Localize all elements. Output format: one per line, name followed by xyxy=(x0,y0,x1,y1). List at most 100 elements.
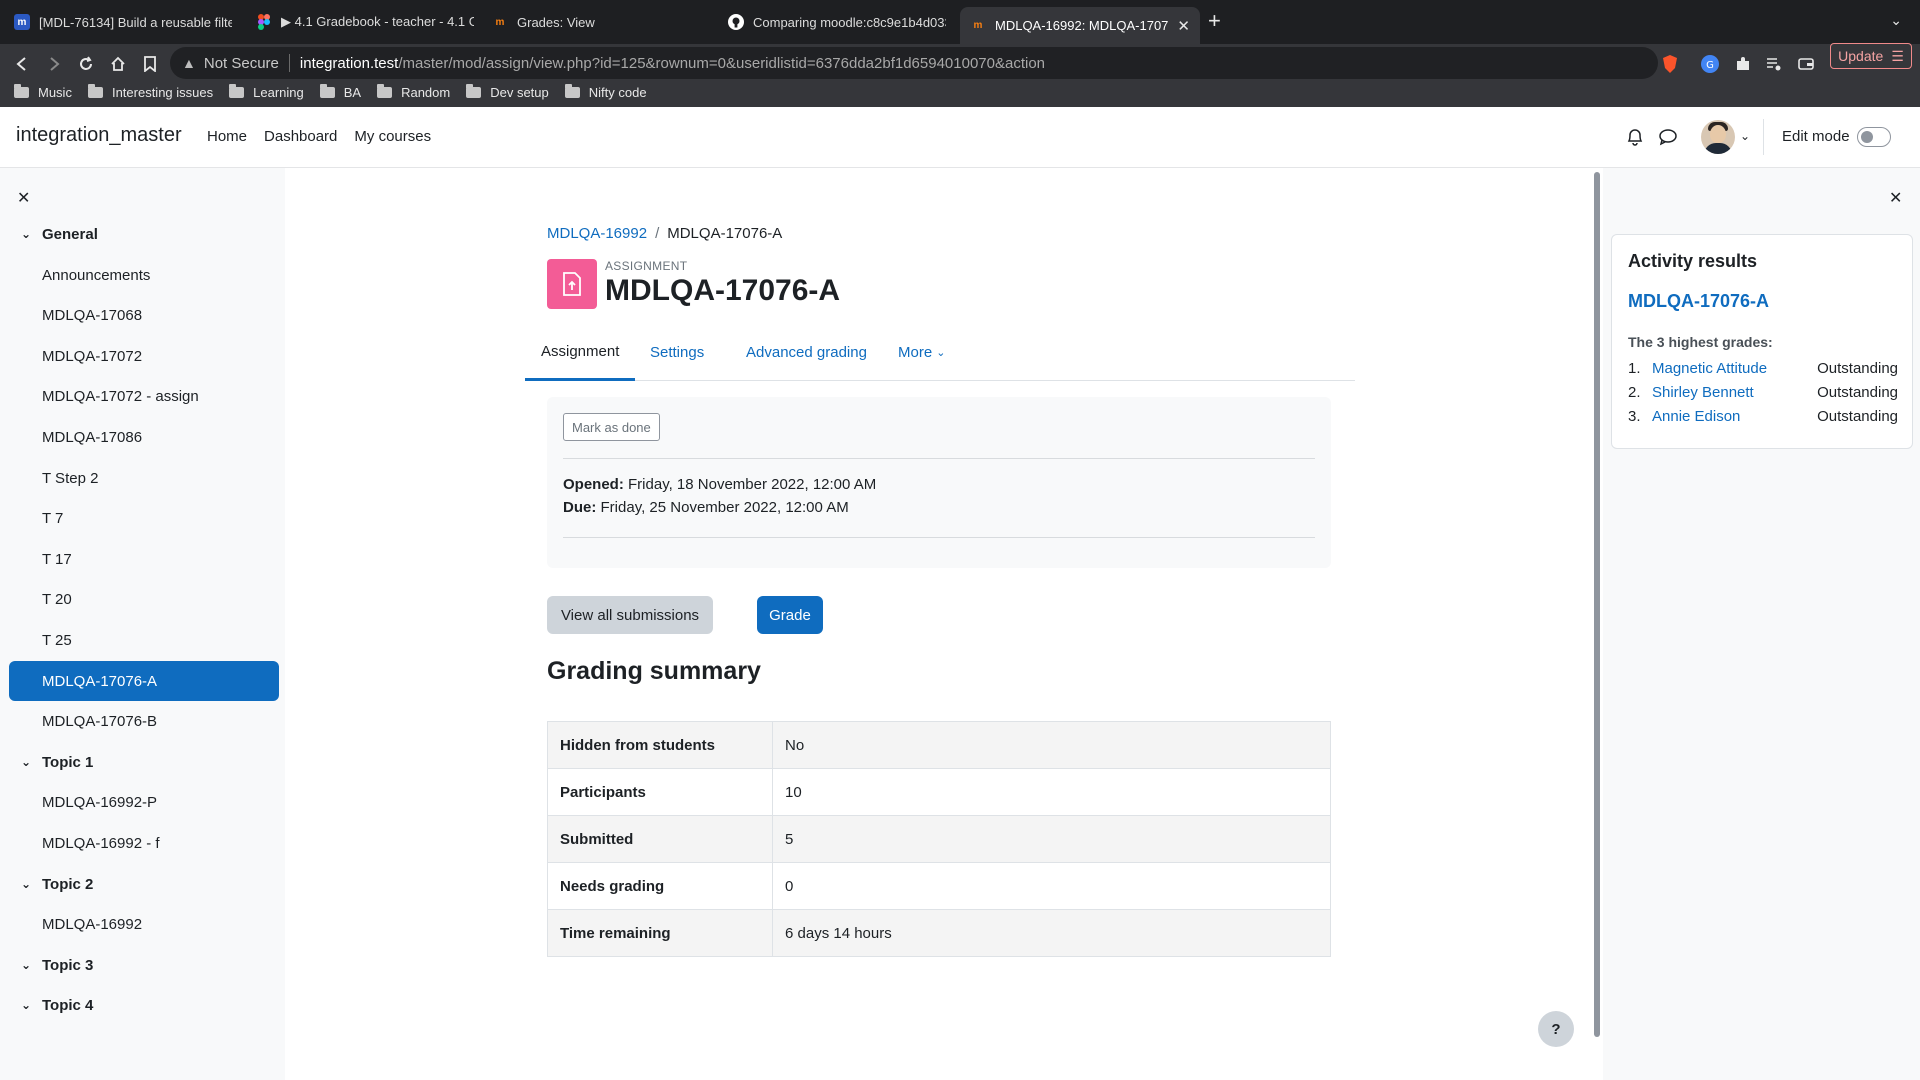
breadcrumb-parent-link[interactable]: MDLQA-16992 xyxy=(547,225,647,242)
mark-as-done-button[interactable]: Mark as done xyxy=(563,413,660,441)
browser-tab-5-active[interactable]: m MDLQA-16992: MDLQA-17076- ✕ xyxy=(960,7,1200,44)
course-item-mdlqa-17072-assign[interactable]: MDLQA-17072 - assign xyxy=(9,376,279,416)
course-item-mdlqa-16992-p[interactable]: MDLQA-16992-P xyxy=(9,782,279,822)
divider xyxy=(288,54,290,72)
close-tab-icon[interactable]: ✕ xyxy=(1169,17,1190,35)
tab-settings[interactable]: Settings xyxy=(650,324,704,381)
grade-button[interactable]: Grade xyxy=(757,596,823,634)
course-section-topic-4[interactable]: ⌄ Topic 4 xyxy=(9,985,279,1025)
puzzle-extensions-icon[interactable] xyxy=(1733,54,1753,74)
bookmark-folder[interactable]: Nifty code xyxy=(564,83,647,100)
browser-tab-4[interactable]: Comparing moodle:c8c9e1b4d033e xyxy=(718,7,956,37)
nav-home[interactable]: Home xyxy=(207,128,247,145)
course-item-mdlqa-17086[interactable]: MDLQA-17086 xyxy=(9,417,279,457)
site-name[interactable]: integration_master xyxy=(16,124,182,147)
bookmark-folder[interactable]: Random xyxy=(377,83,450,100)
course-index-label: Topic 4 xyxy=(42,996,94,1014)
course-item-mdlqa-17076-b[interactable]: MDLQA-17076-B xyxy=(9,701,279,741)
activity-results-block: Activity results MDLQA-17076-A The 3 hig… xyxy=(1611,234,1913,449)
update-browser-button[interactable]: Update ☰ xyxy=(1830,43,1912,69)
student-link[interactable]: Magnetic Attitude xyxy=(1652,360,1767,377)
tab-more[interactable]: More ⌄ xyxy=(898,324,945,381)
close-drawer-icon[interactable]: ✕ xyxy=(17,188,30,208)
tab-assignment[interactable]: Assignment xyxy=(525,324,636,381)
warning-icon: ▲ xyxy=(182,55,196,71)
forward-icon[interactable] xyxy=(42,52,66,76)
browser-tab-3[interactable]: m Grades: View xyxy=(482,7,720,37)
activity-link[interactable]: MDLQA-17076-A xyxy=(1628,291,1769,312)
bookmark-folder[interactable]: Dev setup xyxy=(466,83,549,100)
course-index-label: MDLQA-16992 - f xyxy=(42,834,160,852)
browser-tab-1[interactable]: m [MDL-76134] Build a reusable filter xyxy=(4,7,242,37)
course-item-t-7[interactable]: T 7 xyxy=(9,498,279,538)
opened-date: Opened: Friday, 18 November 2022, 12:00 … xyxy=(563,476,876,493)
course-section-topic-1[interactable]: ⌄ Topic 1 xyxy=(9,742,279,782)
chevron-down-icon[interactable]: ⌄ xyxy=(21,958,42,972)
reload-icon[interactable] xyxy=(74,52,98,76)
course-index-label: MDLQA-16992 xyxy=(42,915,143,933)
summary-value: 5 xyxy=(772,815,1331,863)
chevron-down-icon[interactable]: ⌄ xyxy=(1890,12,1902,29)
user-avatar[interactable] xyxy=(1701,120,1735,154)
course-item-mdlqa-16992[interactable]: MDLQA-16992 xyxy=(9,904,279,944)
rank: 3. xyxy=(1628,407,1641,425)
nav-my-courses[interactable]: My courses xyxy=(354,128,431,145)
tab-advanced-grading[interactable]: Advanced grading xyxy=(746,324,867,381)
translate-extension-icon[interactable]: G xyxy=(1700,54,1720,74)
home-icon[interactable] xyxy=(106,52,130,76)
notifications-bell-icon[interactable] xyxy=(1626,127,1644,147)
course-index-label: T Step 2 xyxy=(42,469,99,487)
list-item: 2. Shirley Bennett Outstanding xyxy=(1628,381,1898,403)
bookmark-folder[interactable]: Interesting issues xyxy=(87,83,214,100)
course-item-mdlqa-16992-f[interactable]: MDLQA-16992 - f xyxy=(9,823,279,863)
course-item-announcements[interactable]: Announcements xyxy=(9,255,279,295)
update-label: Update xyxy=(1838,48,1884,64)
due-date: Due: Friday, 25 November 2022, 12:00 AM xyxy=(563,499,849,516)
student-link[interactable]: Shirley Bennett xyxy=(1652,384,1754,401)
back-icon[interactable] xyxy=(10,52,34,76)
table-row: Time remaining 6 days 14 hours xyxy=(547,909,1331,957)
bookmark-folder[interactable]: Learning xyxy=(229,83,304,100)
tab-label: ▶ 4.1 Gradebook - teacher - 4.1 Gra xyxy=(281,14,474,29)
bookmark-label: Interesting issues xyxy=(111,84,214,100)
media-playlist-icon[interactable] xyxy=(1764,54,1784,74)
wallet-icon[interactable] xyxy=(1796,54,1816,74)
chevron-down-icon[interactable]: ⌄ xyxy=(21,998,42,1012)
course-index-label: T 17 xyxy=(42,550,72,568)
chevron-down-icon[interactable]: ⌄ xyxy=(21,877,42,891)
bookmark-label: Nifty code xyxy=(588,84,647,100)
help-button[interactable]: ? xyxy=(1538,1011,1574,1047)
primary-navigation: Home Dashboard My courses xyxy=(207,128,431,145)
course-item-t-step-2[interactable]: T Step 2 xyxy=(9,458,279,498)
chevron-down-icon[interactable]: ⌄ xyxy=(21,227,42,241)
bookmark-icon[interactable] xyxy=(138,52,162,76)
course-item-mdlqa-17076-a[interactable]: MDLQA-17076-A xyxy=(9,661,279,701)
brave-shield-icon[interactable] xyxy=(1660,54,1680,74)
view-all-submissions-button[interactable]: View all submissions xyxy=(547,596,713,634)
edit-mode-toggle[interactable] xyxy=(1857,127,1891,147)
course-item-mdlqa-17072[interactable]: MDLQA-17072 xyxy=(9,336,279,376)
course-item-t-25[interactable]: T 25 xyxy=(9,620,279,660)
course-section-topic-3[interactable]: ⌄ Topic 3 xyxy=(9,945,279,985)
address-bar[interactable]: ▲ Not Secure integration.test /master/mo… xyxy=(170,47,1658,79)
messages-icon[interactable] xyxy=(1658,128,1678,146)
chevron-down-icon[interactable]: ⌄ xyxy=(21,755,42,769)
browser-tab-2[interactable]: ▶ 4.1 Gradebook - teacher - 4.1 Gra xyxy=(246,7,484,37)
close-drawer-icon[interactable]: ✕ xyxy=(1889,188,1902,208)
bookmark-folder[interactable]: Music xyxy=(14,83,72,100)
course-item-t-17[interactable]: T 17 xyxy=(9,539,279,579)
due-label: Due: xyxy=(563,499,597,516)
chevron-down-icon[interactable]: ⌄ xyxy=(1740,129,1750,143)
chevron-down-icon: ⌄ xyxy=(936,347,946,359)
nav-dashboard[interactable]: Dashboard xyxy=(264,128,337,145)
course-section-topic-2[interactable]: ⌄ Topic 2 xyxy=(9,864,279,904)
course-item-t-20[interactable]: T 20 xyxy=(9,579,279,619)
scrollbar[interactable] xyxy=(1594,172,1600,1037)
bookmark-folder[interactable]: BA xyxy=(319,83,361,100)
course-section-general[interactable]: ⌄ General xyxy=(9,214,279,254)
url-path: /master/mod/assign/view.php?id=125&rownu… xyxy=(398,54,1046,72)
new-tab-icon[interactable]: + xyxy=(1208,10,1221,32)
student-link[interactable]: Annie Edison xyxy=(1652,408,1740,425)
course-item-mdlqa-17068[interactable]: MDLQA-17068 xyxy=(9,295,279,335)
tab-label: Comparing moodle:c8c9e1b4d033e xyxy=(753,14,946,30)
